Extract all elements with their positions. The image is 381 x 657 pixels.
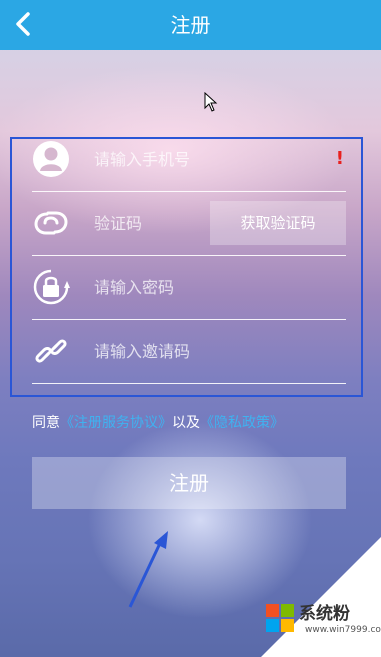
- warning-icon: !: [335, 148, 344, 169]
- invite-row: 请输入邀请码: [32, 320, 346, 384]
- privacy-link[interactable]: 《隐私政策》: [200, 415, 284, 431]
- code-row: 验证码 获取验证码: [32, 192, 346, 256]
- phone-input[interactable]: 请输入手机号: [94, 128, 190, 192]
- chain-link-icon: [35, 339, 67, 363]
- user-icon: [33, 141, 69, 177]
- password-input[interactable]: 请输入密码: [94, 256, 174, 320]
- code-input[interactable]: 验证码: [94, 192, 142, 256]
- watermark-text: 系统粉: [299, 604, 350, 624]
- terms-link[interactable]: 《注册服务协议》: [60, 415, 172, 431]
- agreement-text: 同意《注册服务协议》以及《隐私政策》: [32, 412, 284, 432]
- register-button[interactable]: 注册: [32, 457, 346, 509]
- agreement-prefix: 同意: [32, 415, 60, 431]
- invite-input[interactable]: 请输入邀请码: [94, 320, 190, 384]
- get-code-button[interactable]: 获取验证码: [210, 201, 346, 245]
- watermark: 系统粉 www.win7999.com: [265, 597, 381, 643]
- divider: [32, 382, 346, 384]
- lock-icon: [33, 269, 70, 305]
- top-bar: 注册: [0, 0, 381, 50]
- page-title: 注册: [170, 13, 211, 37]
- password-row: 请输入密码: [32, 256, 346, 320]
- annotation-arrow-icon: [128, 531, 168, 608]
- phone-row: 请输入手机号 !: [32, 128, 346, 192]
- link-loop-icon: [34, 211, 68, 235]
- mouse-cursor-icon: [204, 92, 218, 112]
- watermark-url: www.win7999.com: [305, 625, 381, 635]
- agreement-middle: 以及: [172, 415, 200, 431]
- windows-logo-icon: [266, 604, 294, 632]
